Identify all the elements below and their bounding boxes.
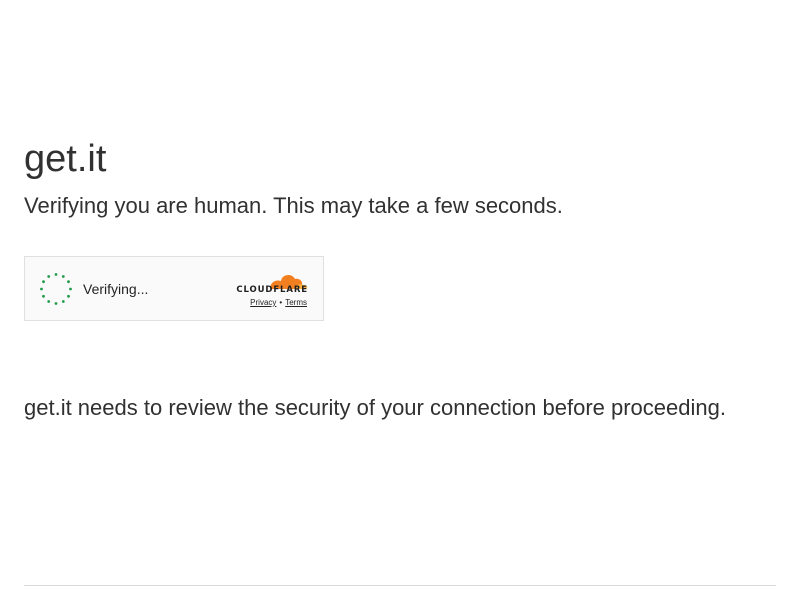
site-title: get.it [24,138,107,180]
cloudflare-links: Privacy • Terms [250,298,307,308]
privacy-link[interactable]: Privacy [250,298,276,307]
loading-spinner-icon [40,273,72,305]
cloudflare-wordmark: CLOUDFLARE [236,285,308,295]
challenge-page: get.it Verifying you are human. This may… [0,0,800,600]
verifying-status-text: Verifying... [83,281,149,297]
verification-subtitle: Verifying you are human. This may take a… [24,193,563,218]
security-review-message: get.it needs to review the security of y… [24,395,726,420]
challenge-widget[interactable]: Verifying... CLOUDFLARE Privacy • Terms [24,256,324,321]
link-separator: • [279,298,283,307]
footer-divider [24,585,776,586]
terms-link[interactable]: Terms [285,298,307,307]
